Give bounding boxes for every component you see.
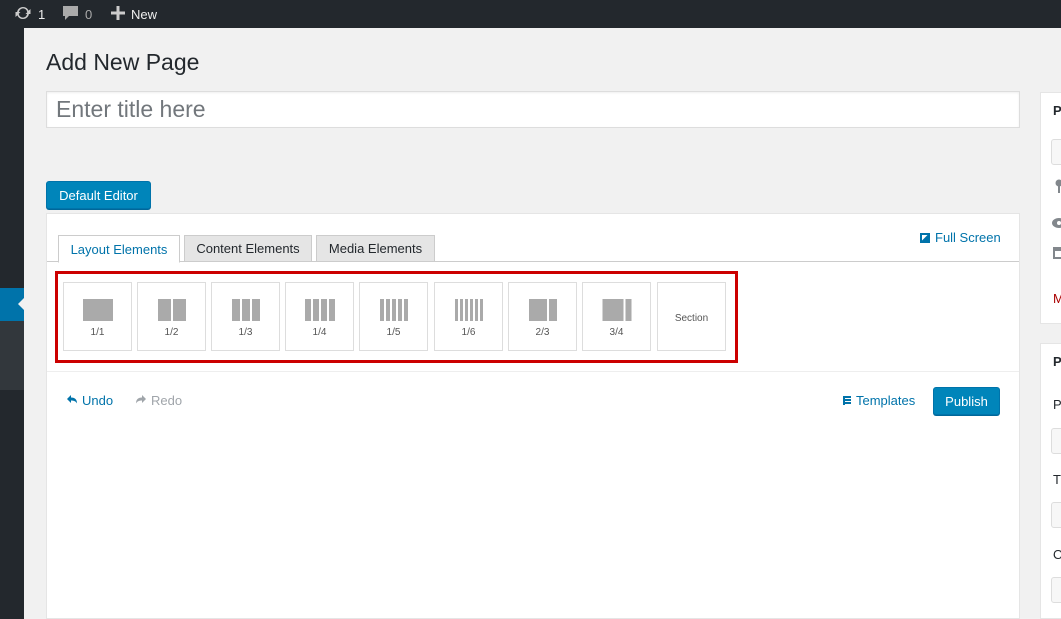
layout-element-1-3[interactable]: 1/3 [211, 282, 280, 351]
template-select[interactable] [1051, 502, 1061, 528]
layout-element-3-4[interactable]: 3/4 [582, 282, 651, 351]
comments-menu[interactable]: 0 [62, 0, 92, 28]
undo-icon [67, 393, 77, 408]
toolbar-divider [47, 371, 1019, 372]
new-label: New [131, 6, 158, 22]
comments-count: 0 [85, 6, 93, 22]
save-draft-button[interactable] [1051, 139, 1061, 165]
six-columns-icon [454, 299, 483, 321]
page-attributes-title: P [1053, 354, 1061, 369]
post-title-input[interactable] [46, 91, 1020, 128]
tab-content-elements[interactable]: Content Elements [184, 235, 312, 262]
key-icon [1055, 179, 1061, 198]
templates-label: Templates [856, 393, 916, 408]
order-label: O [1053, 547, 1061, 562]
fullscreen-icon [920, 232, 930, 243]
layout-element-label: 1/4 [312, 327, 327, 338]
order-input[interactable] [1051, 577, 1061, 603]
layout-element-1-5[interactable]: 1/5 [359, 282, 428, 351]
layout-element-1-4[interactable]: 1/4 [285, 282, 354, 351]
layout-element-label: 1/5 [386, 327, 401, 338]
publish-panel: P M [1040, 92, 1061, 324]
page-title: Add New Page [46, 49, 200, 75]
page-builder: Layout Elements Content Elements Media E… [46, 213, 1020, 619]
layout-element-label: 1/1 [90, 327, 105, 338]
five-columns-icon [379, 299, 408, 321]
redo-icon [136, 393, 146, 408]
templates-icon [843, 396, 851, 405]
sidebar-submenu[interactable] [0, 321, 24, 390]
admin-bar: 1 0 New [0, 0, 1061, 28]
redo-button[interactable]: Redo [136, 393, 182, 408]
admin-sidebar [0, 28, 26, 619]
plus-icon [111, 5, 125, 23]
layout-element-label: 1/6 [461, 327, 476, 338]
fullscreen-label: Full Screen [935, 230, 1001, 245]
default-editor-button[interactable]: Default Editor [46, 181, 151, 209]
comment-icon [62, 5, 79, 24]
layout-element-1-1[interactable]: 1/1 [63, 282, 132, 351]
new-content-menu[interactable]: New [111, 0, 157, 28]
publish-button[interactable]: Publish [933, 387, 1000, 415]
three-columns-icon [231, 299, 260, 321]
layout-element-label: 1/3 [238, 327, 253, 338]
eye-icon [1052, 215, 1061, 233]
parent-label: P [1053, 397, 1061, 412]
parent-select[interactable] [1051, 428, 1061, 454]
layout-element-section[interactable]: Section [657, 282, 726, 351]
templates-button[interactable]: Templates [843, 393, 915, 408]
tab-layout-elements[interactable]: Layout Elements [58, 235, 180, 263]
layout-element-label: 3/4 [609, 327, 624, 338]
updates-icon [14, 5, 32, 24]
layout-element-1-2[interactable]: 1/2 [137, 282, 206, 351]
layout-element-label: Section [674, 313, 709, 324]
redo-label: Redo [151, 393, 183, 408]
layout-element-1-6[interactable]: 1/6 [434, 282, 503, 351]
one-column-icon [82, 299, 113, 321]
fullscreen-link[interactable]: Full Screen [920, 230, 1001, 245]
layout-element-label: 2/3 [535, 327, 550, 338]
undo-label: Undo [82, 393, 114, 408]
publish-panel-title: P [1053, 103, 1061, 118]
two-thirds-icon [528, 299, 557, 321]
calendar-icon [1053, 245, 1061, 264]
sidebar-current-arrow [18, 296, 26, 312]
layout-element-label: 1/2 [164, 327, 179, 338]
updates-count: 1 [38, 6, 46, 22]
tab-media-elements[interactable]: Media Elements [316, 235, 435, 262]
two-columns-icon [157, 299, 186, 321]
three-quarters-icon [602, 299, 631, 321]
template-label: T [1053, 472, 1061, 487]
undo-button[interactable]: Undo [67, 393, 113, 408]
four-columns-icon [304, 299, 335, 321]
page-attributes-panel: P P T O [1040, 343, 1061, 619]
move-to-trash-link[interactable]: M [1053, 291, 1061, 306]
updates-menu[interactable]: 1 [14, 0, 45, 28]
layout-element-2-3[interactable]: 2/3 [508, 282, 577, 351]
